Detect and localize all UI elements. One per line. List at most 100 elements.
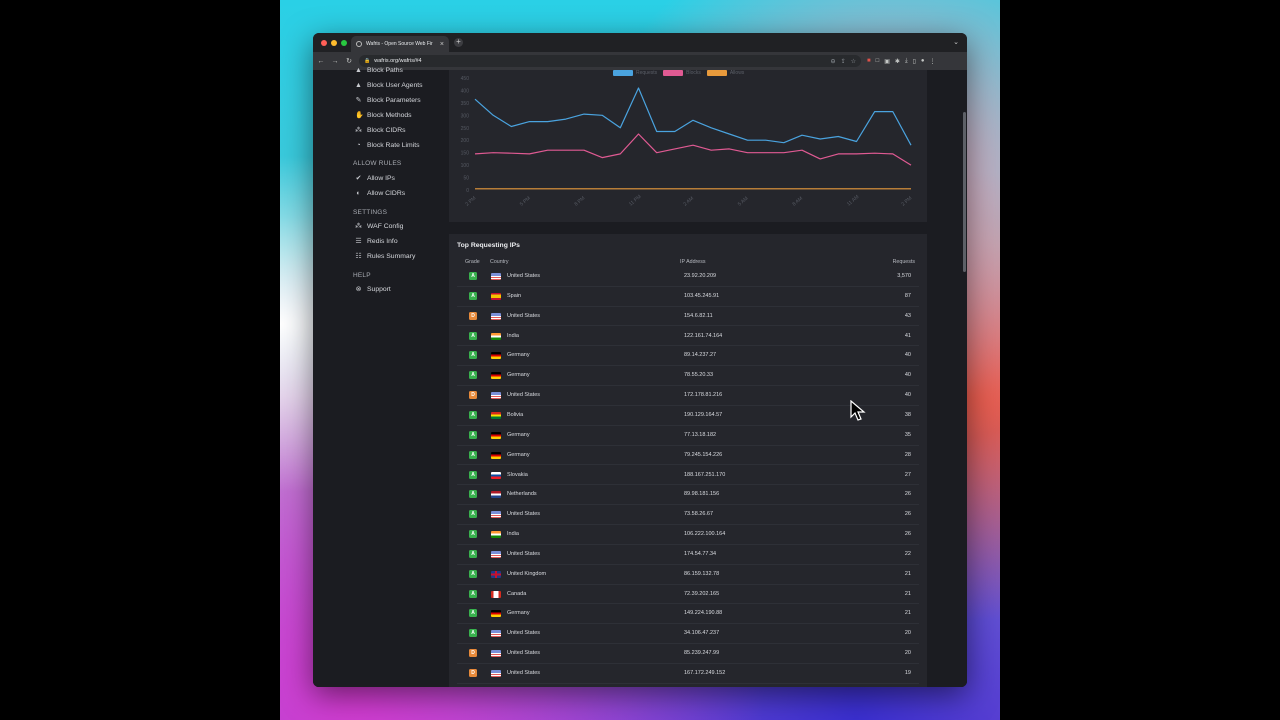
ip-cell[interactable]: 103.45.245.91	[684, 293, 719, 299]
browser-tab[interactable]: Wafris - Open Source Web Fir ×	[351, 36, 449, 52]
scrollbar-thumb[interactable]	[962, 112, 966, 272]
flag-ca-icon	[491, 590, 501, 598]
ip-cell[interactable]: 78.55.20.33	[684, 372, 713, 378]
zoom-window-button[interactable]	[341, 39, 347, 46]
address-bar[interactable]: 🔒 wafris.org/wafris/#4 ⊖ ⇪ ☆	[359, 55, 861, 67]
tab-search-icon[interactable]: ⌄	[953, 38, 959, 46]
extension-icon[interactable]: □	[876, 58, 880, 65]
close-tab-icon[interactable]: ×	[440, 41, 444, 48]
country-column-header[interactable]: Country	[490, 259, 509, 265]
table-row[interactable]: A Germany 149.224.190.88 21	[457, 604, 919, 625]
table-row[interactable]: A India 122.161.74.164 41	[457, 327, 919, 347]
ip-cell[interactable]: 122.161.74.164	[684, 333, 722, 339]
forward-icon[interactable]: →	[331, 58, 339, 65]
table-row[interactable]: A Netherlands 89.98.181.156 26	[457, 485, 919, 506]
sidebar-item-block-cidrs[interactable]: ⁂ Block CIDRs	[355, 127, 406, 134]
download-icon[interactable]: ⤓	[905, 58, 908, 65]
minimize-window-button[interactable]	[331, 39, 337, 46]
sidebar-item-redis-info[interactable]: ☰ Redis Info	[355, 238, 398, 246]
requests-cell: 21	[904, 570, 911, 577]
bookmark-star-icon[interactable]: ☆	[851, 58, 856, 65]
main-content: Requests Blocks Allows 450 400 350 300 250 200 1…	[449, 70, 927, 687]
ip-cell[interactable]: 86.159.132.78	[684, 571, 719, 577]
sidebar-item-allow-ips[interactable]: ✔ Allow IPs	[355, 175, 395, 182]
table-row[interactable]: A Germany 89.14.237.27 40	[457, 346, 919, 367]
ip-cell[interactable]: 106.222.100.164	[684, 531, 725, 537]
ip-cell[interactable]: 85.239.247.99	[684, 650, 719, 656]
mouse-cursor-icon	[850, 400, 866, 421]
requests-column-header[interactable]: Requests	[893, 259, 915, 265]
ip-cell[interactable]: 79.245.154.226	[684, 452, 722, 458]
new-tab-button[interactable]: +	[454, 38, 463, 47]
ip-cell[interactable]: 77.13.18.182	[684, 432, 716, 438]
ip-cell[interactable]: 89.98.181.156	[684, 491, 719, 497]
ip-cell[interactable]: 23.92.20.209	[684, 273, 716, 279]
country-cell: United States	[507, 312, 541, 319]
grade-badge: D	[469, 391, 477, 400]
grade-badge: A	[469, 510, 477, 519]
sidebar-item-block-rate-limits[interactable]: ◔ Block Rate Limits	[355, 142, 419, 149]
y-tick-label: 400	[461, 88, 470, 94]
ip-cell[interactable]: 89.14.237.27	[684, 352, 716, 358]
zoom-icon[interactable]: ⊖	[831, 58, 836, 65]
reload-icon[interactable]: ↻	[345, 57, 353, 65]
sidebar-item-waf-config[interactable]: ⁂ WAF Config	[355, 223, 403, 230]
grade-column-header[interactable]: Grade	[465, 259, 480, 265]
table-row[interactable]: A Germany 79.245.154.226 28	[457, 446, 919, 466]
sidebar-item-block-user-agents[interactable]: ▲ Block User Agents	[355, 82, 423, 89]
sidebar-item-block-parameters[interactable]: ✎ Block Parameters	[355, 97, 421, 104]
back-icon[interactable]: ←	[317, 58, 325, 65]
sidebar-item-label: Block CIDRs	[367, 126, 406, 134]
table-row[interactable]: A United States 34.106.47.237 20	[457, 624, 919, 645]
top-ips-panel: Top Requesting IPs Grade Country IP Addr…	[449, 234, 927, 687]
table-row[interactable]: D United States 167.172.249.152 19	[457, 664, 919, 684]
sidebar-item-allow-cidrs[interactable]: ◐ Allow CIDRs	[355, 190, 405, 197]
y-tick-label: 150	[461, 151, 470, 157]
puzzle-icon[interactable]: ✱	[895, 58, 900, 65]
table-row[interactable]: A Germany 78.55.20.33 40	[457, 366, 919, 387]
table-row[interactable]: A United Kingdom 86.159.132.78 21	[457, 565, 919, 585]
extension-icon[interactable]: ■	[867, 58, 871, 65]
profile-avatar-icon[interactable]: ●	[921, 58, 925, 65]
country-cell: Germany	[507, 372, 530, 379]
requests-cell: 40	[904, 372, 911, 379]
ip-cell[interactable]: 154.6.82.11	[684, 313, 713, 319]
ip-cell[interactable]: 167.172.249.152	[684, 670, 725, 676]
flag-gb-icon	[491, 570, 501, 578]
ip-cell[interactable]: 73.58.26.67	[684, 511, 713, 517]
ip-cell[interactable]: 190.129.164.57	[684, 412, 722, 418]
table-row[interactable]: A United States 174.54.77.34 22	[457, 545, 919, 565]
table-row[interactable]: D United States 154.6.82.11 43	[457, 307, 919, 327]
ip-cell[interactable]: 172.178.81.216	[684, 392, 722, 398]
page-scrollbar[interactable]	[961, 70, 967, 687]
grade-badge: A	[469, 272, 477, 280]
ip-cell[interactable]: 34.106.47.237	[684, 630, 719, 636]
share-icon[interactable]: ⇪	[841, 58, 846, 65]
requests-cell: 43	[904, 312, 911, 319]
grade-badge: A	[469, 291, 477, 300]
table-row[interactable]: A India 106.222.100.164 26	[457, 525, 919, 545]
grade-badge: A	[469, 490, 477, 499]
table-row[interactable]: A Germany 77.13.18.182 35	[457, 426, 919, 446]
ip-cell[interactable]: 72.39.202.165	[684, 591, 719, 597]
extension-icon[interactable]: ▣	[884, 58, 890, 65]
sidebar-item-label: Redis Info	[367, 238, 398, 246]
table-row[interactable]: A Spain 103.45.245.91 87	[457, 287, 919, 307]
ip-column-header[interactable]: IP Address	[680, 259, 706, 265]
kebab-menu-icon[interactable]: ⋮	[930, 58, 936, 65]
ip-cell[interactable]: 149.224.190.88	[684, 610, 722, 616]
sidebar-item-block-paths[interactable]: ▲ Block Paths	[355, 67, 403, 74]
close-window-button[interactable]	[321, 39, 327, 46]
ip-cell[interactable]: 174.54.77.34	[684, 551, 716, 557]
table-row[interactable]: A Canada 72.39.202.165 21	[457, 585, 919, 605]
side-panel-icon[interactable]: ▯	[913, 58, 916, 65]
table-row[interactable]: A United States 23.92.20.209 3,570	[457, 267, 919, 287]
sidebar-item-rules-summary[interactable]: ☷ Rules Summary	[355, 253, 415, 260]
table-row[interactable]: D United States 85.239.247.99 20	[457, 644, 919, 664]
sidebar-item-support[interactable]: ⊗ Support	[355, 286, 391, 293]
table-row[interactable]: A United States 73.58.26.67 26	[457, 505, 919, 525]
ip-cell[interactable]: 188.167.251.170	[684, 472, 725, 478]
requests-cell: 26	[904, 491, 911, 498]
table-row[interactable]: A Slovakia 188.167.251.170 27	[457, 466, 919, 486]
sidebar-item-block-methods[interactable]: ✋ Block Methods	[355, 112, 412, 119]
